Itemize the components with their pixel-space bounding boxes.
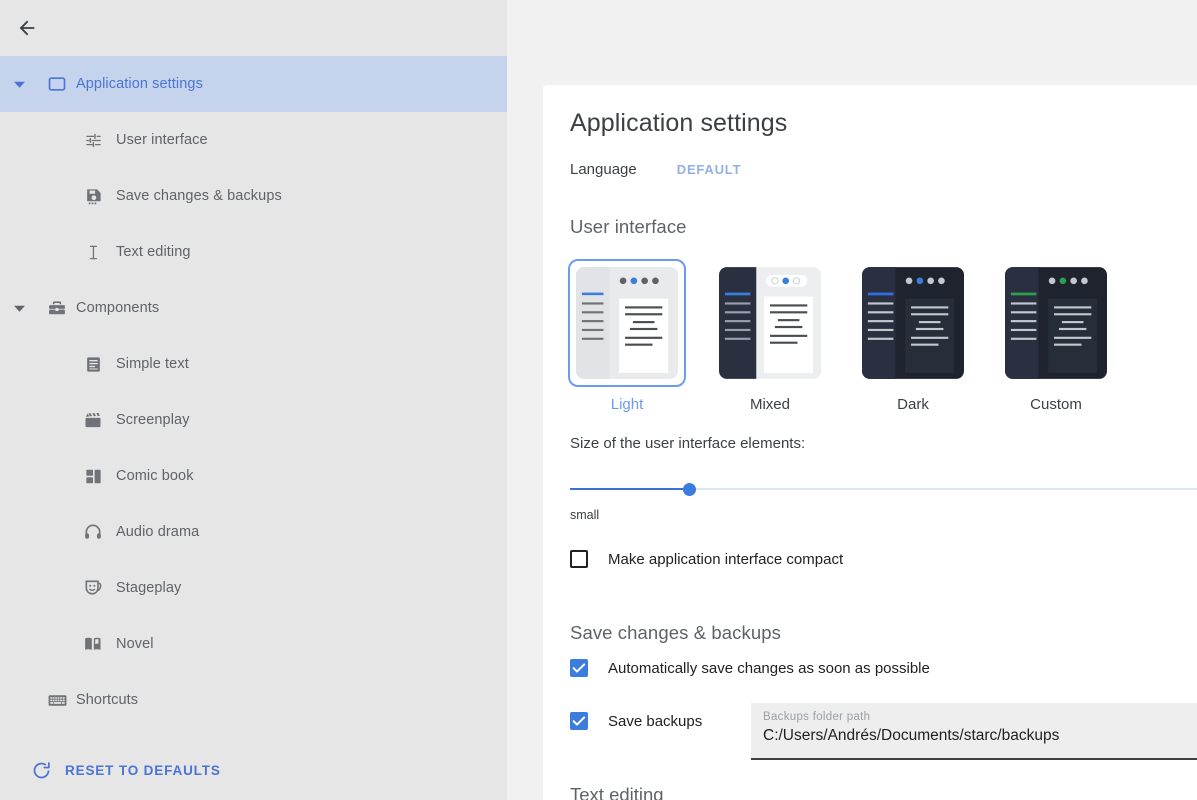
sidebar-item-application-settings[interactable]: Application settings: [0, 56, 507, 112]
autosave-checkbox[interactable]: [570, 659, 588, 677]
text-cursor-icon: [82, 241, 104, 263]
refresh-icon: [30, 759, 52, 781]
sliders-icon: [82, 129, 104, 151]
sidebar-item-label: Screenplay: [116, 412, 190, 428]
theme-thumbnail-dark: [854, 259, 972, 387]
theme-thumbnail-mixed: [711, 259, 829, 387]
sidebar-item-user-interface[interactable]: User interface: [0, 112, 507, 168]
theme-option-mixed[interactable]: Mixed: [711, 259, 829, 413]
sidebar-item-label: Audio drama: [116, 524, 200, 540]
save-backups-checkbox[interactable]: [570, 712, 588, 730]
ui-size-label: Size of the user interface elements:: [570, 435, 806, 452]
theme-thumbnail-custom: [997, 259, 1115, 387]
save-backups-checkbox-row[interactable]: Save backups: [570, 712, 702, 730]
sidebar-item-text-editing[interactable]: Text editing: [0, 224, 507, 280]
toolbox-icon: [46, 297, 68, 319]
section-title-save-backups: Save changes & backups: [570, 622, 781, 643]
sidebar-item-label: Text editing: [116, 244, 191, 260]
save-backups-label: Save backups: [608, 712, 703, 730]
theme-name: Light: [610, 396, 644, 413]
theme-option-dark[interactable]: Dark: [854, 259, 972, 413]
sidebar-item-label: Application settings: [76, 76, 203, 92]
theme-selector: Light Mixed Dark Custom: [568, 259, 1115, 413]
sidebar-item-label: Comic book: [116, 468, 194, 484]
theme-name: Custom: [1030, 396, 1082, 413]
settings-sidebar: Application settings User interface Save…: [0, 0, 507, 800]
sidebar-item-label: Save changes & backups: [116, 188, 282, 204]
chevron-down-icon[interactable]: [11, 300, 27, 316]
theme-thumbnail-light: [568, 259, 686, 387]
ui-size-min-label: small: [570, 508, 600, 522]
sidebar-item-label: Novel: [116, 636, 154, 652]
compact-interface-checkbox-row[interactable]: Make application interface compact: [570, 550, 843, 568]
grid-panels-icon: [82, 465, 104, 487]
section-title-text-editing: Text editing: [570, 784, 664, 800]
language-row: Language DEFAULT: [570, 161, 741, 178]
sidebar-item-label: Shortcuts: [76, 692, 139, 708]
page-title: Application settings: [570, 109, 788, 137]
backups-folder-path-caption: Backups folder path: [763, 711, 871, 723]
chevron-down-icon[interactable]: [11, 76, 27, 92]
sidebar-item-label: Stageplay: [116, 580, 182, 596]
reset-to-defaults-button[interactable]: RESET TO DEFAULTS: [0, 740, 507, 800]
keyboard-icon: [46, 689, 68, 711]
main-pane: Application settings Language DEFAULT Us…: [507, 0, 1197, 800]
sidebar-item-label: Simple text: [116, 356, 189, 372]
autosave-checkbox-row[interactable]: Automatically save changes as soon as po…: [570, 659, 930, 677]
sidebar-item-novel[interactable]: Novel: [0, 616, 507, 672]
language-label: Language: [570, 161, 637, 178]
theater-masks-icon: [82, 577, 104, 599]
sidebar-item-shortcuts[interactable]: Shortcuts: [0, 672, 507, 728]
sidebar-topbar: [0, 0, 507, 56]
sidebar-item-stageplay[interactable]: Stageplay: [0, 560, 507, 616]
headphones-icon: [82, 521, 104, 543]
theme-name: Mixed: [749, 396, 790, 413]
backups-folder-path-input[interactable]: Backups folder path C:/Users/Andrés/Docu…: [751, 703, 1197, 760]
theme-option-custom[interactable]: Custom: [997, 259, 1115, 413]
settings-card: Application settings Language DEFAULT Us…: [543, 85, 1197, 800]
back-arrow-icon[interactable]: [13, 14, 41, 42]
slider-fill: [570, 488, 689, 490]
autosave-label: Automatically save changes as soon as po…: [608, 659, 930, 677]
sidebar-item-components[interactable]: Components: [0, 280, 507, 336]
app-root: Application settings User interface Save…: [0, 0, 1197, 800]
compact-interface-label: Make application interface compact: [608, 550, 844, 568]
sidebar-item-save-changes-backups[interactable]: Save changes & backups: [0, 168, 507, 224]
floppy-disk-icon: [82, 185, 104, 207]
window-icon: [46, 73, 68, 95]
theme-option-light[interactable]: Light: [568, 259, 686, 413]
sidebar-item-screenplay[interactable]: Screenplay: [0, 392, 507, 448]
document-lines-icon: [82, 353, 104, 375]
clapperboard-icon: [82, 409, 104, 431]
sidebar-item-label: User interface: [116, 132, 208, 148]
sidebar-item-simple-text[interactable]: Simple text: [0, 336, 507, 392]
section-title-user-interface: User interface: [570, 216, 687, 237]
sidebar-item-audio-drama[interactable]: Audio drama: [0, 504, 507, 560]
backups-folder-path-value: C:/Users/Andrés/Documents/starc/backups: [763, 727, 1060, 744]
theme-name: Dark: [897, 396, 929, 413]
ui-size-slider[interactable]: [570, 481, 1197, 497]
reset-to-defaults-label: RESET TO DEFAULTS: [65, 762, 221, 778]
sidebar-item-label: Components: [76, 300, 160, 316]
slider-thumb[interactable]: [683, 483, 696, 496]
sidebar-item-comic-book[interactable]: Comic book: [0, 448, 507, 504]
language-value-button[interactable]: DEFAULT: [677, 162, 742, 177]
compact-interface-checkbox[interactable]: [570, 550, 588, 568]
open-book-icon: [82, 633, 104, 655]
